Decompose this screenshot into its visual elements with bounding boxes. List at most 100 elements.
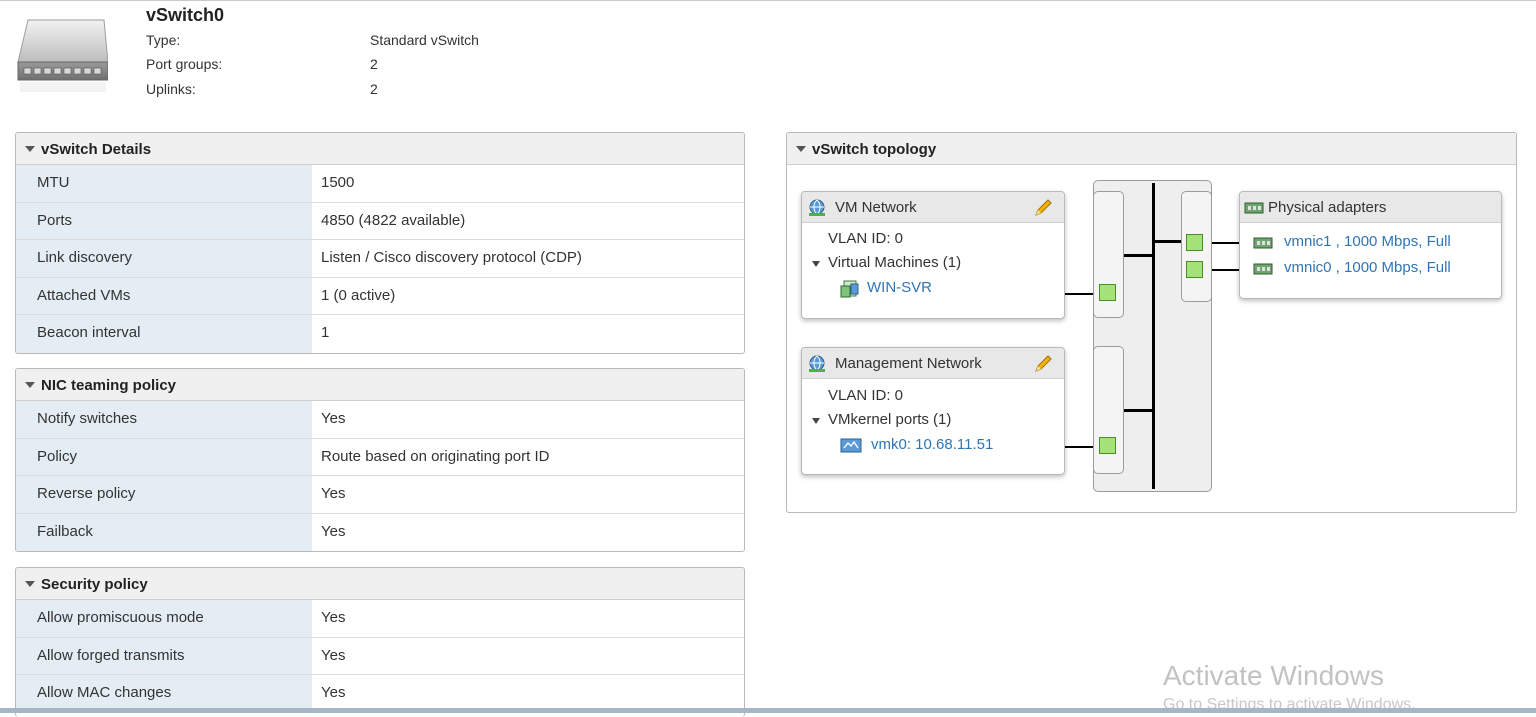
vmnic0-link[interactable]: vmnic0 , 1000 Mbps, Full: [1284, 259, 1451, 276]
collapse-caret-icon[interactable]: [25, 146, 35, 152]
vm-network-card[interactable]: VM Network VLAN ID: 0 Virtual Machines (…: [801, 191, 1065, 319]
property-row: MTU 1500: [16, 165, 744, 203]
property-label: Beacon interval: [16, 315, 312, 353]
property-label: Allow promiscuous mode: [16, 600, 312, 637]
virtual-machines-label[interactable]: Virtual Machines (1): [828, 254, 961, 271]
vmkernel-ports-label[interactable]: VMkernel ports (1): [828, 411, 951, 428]
collapse-caret-icon[interactable]: [796, 146, 806, 152]
collapse-caret-icon[interactable]: [25, 382, 35, 388]
property-value: Yes: [321, 684, 346, 701]
property-row: Link discovery Listen / Cisco discovery …: [16, 240, 744, 278]
vm-network-name: VM Network: [835, 199, 917, 216]
property-label: Reverse policy: [16, 476, 312, 513]
expand-caret-icon[interactable]: [812, 261, 820, 267]
vswitch-title: vSwitch0: [146, 5, 225, 25]
physical-adapters-card: Physical adapters vmnic1 , 1000 Mbps, Fu…: [1239, 191, 1502, 299]
nic-teaming-panel: NIC teaming policy Notify switches Yes P…: [15, 368, 745, 552]
vlan-id-text: VLAN ID: 0: [828, 387, 904, 404]
connector-line: [1154, 240, 1181, 243]
property-row: Reverse policy Yes: [16, 476, 744, 514]
management-network-name: Management Network: [835, 355, 982, 372]
property-label: Ports: [16, 202, 312, 239]
vswitch-details-header[interactable]: vSwitch Details: [16, 133, 744, 165]
physical-adapters-title: Physical adapters: [1268, 199, 1387, 216]
type-label: Type:: [146, 32, 181, 48]
connector-line: [1212, 269, 1239, 271]
expand-caret-icon[interactable]: [812, 418, 820, 424]
connector-line: [1064, 446, 1093, 448]
port-groups-label: Port groups:: [146, 56, 223, 72]
property-row: Ports 4850 (4822 available): [16, 202, 744, 240]
vmnic1-link[interactable]: vmnic1 , 1000 Mbps, Full: [1284, 233, 1451, 250]
vlan-id-text: VLAN ID: 0: [828, 230, 904, 247]
property-row: Notify switches Yes: [16, 401, 744, 439]
vm-link-win-svr[interactable]: WIN-SVR: [867, 279, 932, 296]
property-label: Link discovery: [16, 240, 312, 277]
property-value: Yes: [321, 410, 346, 427]
property-row: Failback Yes: [16, 513, 744, 551]
management-network-header: Management Network: [802, 348, 1064, 379]
property-label: Attached VMs: [16, 277, 312, 314]
physical-adapters-header: Physical adapters: [1240, 192, 1501, 223]
collapse-caret-icon[interactable]: [25, 581, 35, 587]
property-row: Allow promiscuous mode Yes: [16, 600, 744, 638]
uplinks-label: Uplinks:: [146, 81, 196, 97]
property-value: Yes: [321, 485, 346, 502]
property-value: Yes: [321, 646, 346, 664]
property-label: MTU: [16, 165, 312, 202]
vswitch-icon: [17, 19, 108, 92]
vmkernel-nic-icon: [840, 438, 862, 453]
property-row: Allow MAC changes Yes: [16, 675, 744, 713]
property-label: Allow MAC changes: [16, 675, 312, 713]
port-group-globe-icon: [809, 355, 825, 372]
port-group-bay: [1093, 346, 1124, 474]
top-border: [0, 0, 1536, 1]
connector-line: [1124, 409, 1153, 412]
switch-backbone-line: [1152, 183, 1155, 489]
physical-nic-icon: [1253, 237, 1273, 249]
panel-title: vSwitch Details: [41, 141, 152, 158]
vswitch-topology-header[interactable]: vSwitch topology: [787, 133, 1516, 165]
property-value: Yes: [321, 609, 346, 626]
bottom-scroll-bar[interactable]: [0, 708, 1536, 713]
port-icon: [1186, 261, 1203, 278]
nic-teaming-header[interactable]: NIC teaming policy: [16, 369, 744, 401]
edit-pencil-icon[interactable]: [1033, 198, 1053, 218]
port-icon: [1099, 284, 1116, 301]
property-value: 1500: [321, 174, 355, 191]
physical-nic-icon: [1244, 202, 1264, 214]
connector-line: [1124, 254, 1153, 257]
property-label: Allow forged transmits: [16, 637, 312, 674]
panel-title: Security policy: [41, 576, 148, 593]
property-value: 1 (0 active): [321, 286, 396, 304]
uplinks-value: 2: [370, 81, 378, 97]
activate-windows-watermark: Activate Windows: [1163, 660, 1384, 691]
property-value: 4850 (4822 available): [321, 211, 466, 229]
property-value: Yes: [321, 522, 346, 540]
security-policy-header[interactable]: Security policy: [16, 568, 744, 600]
management-network-card[interactable]: Management Network VLAN ID: 0 VMkernel p…: [801, 347, 1065, 475]
port-icon: [1186, 234, 1203, 251]
property-value: Listen / Cisco discovery protocol (CDP): [321, 249, 582, 266]
vswitch-topology-panel: vSwitch topology VM Network VLAN ID: 0 V…: [786, 132, 1517, 513]
connector-line: [1064, 293, 1093, 295]
edit-pencil-icon[interactable]: [1033, 354, 1053, 374]
connector-line: [1212, 242, 1239, 244]
property-value: Route based on originating port ID: [321, 447, 550, 465]
property-label: Policy: [16, 438, 312, 475]
port-groups-value: 2: [370, 56, 378, 72]
property-row: Allow forged transmits Yes: [16, 637, 744, 675]
type-value: Standard vSwitch: [370, 32, 479, 48]
property-label: Notify switches: [16, 401, 312, 438]
property-label: Failback: [16, 513, 312, 551]
vm-icon: [840, 280, 859, 298]
vm-network-header: VM Network: [802, 192, 1064, 223]
property-value: 1: [321, 324, 330, 341]
property-row: Attached VMs 1 (0 active): [16, 277, 744, 315]
physical-nic-icon: [1253, 263, 1273, 275]
security-policy-panel: Security policy Allow promiscuous mode Y…: [15, 567, 745, 717]
panel-title: vSwitch topology: [812, 141, 937, 158]
vmk0-link[interactable]: vmk0: 10.68.11.51: [871, 436, 993, 453]
property-row: Beacon interval 1: [16, 315, 744, 353]
port-icon: [1099, 437, 1116, 454]
